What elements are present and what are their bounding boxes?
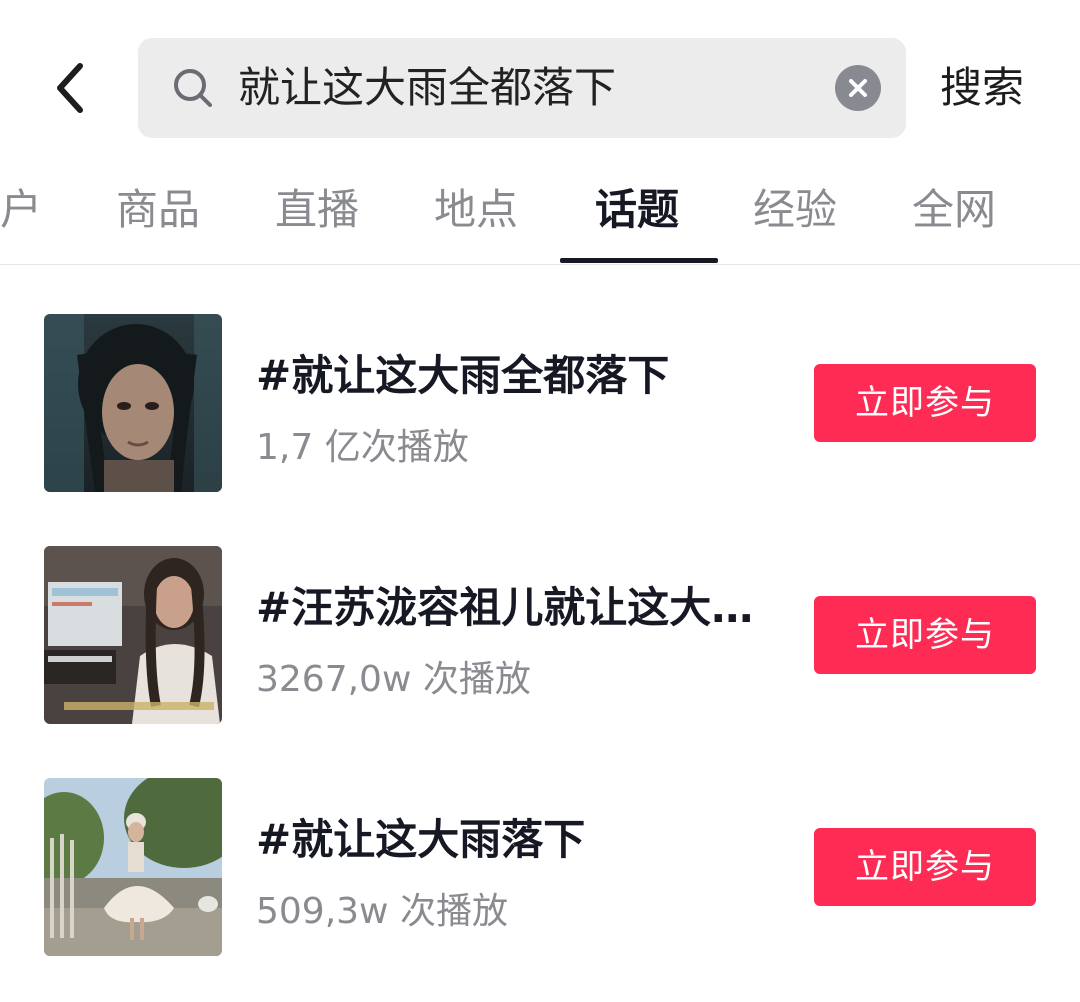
tab-users[interactable]: 户: [0, 160, 42, 264]
tab-live[interactable]: 直播: [275, 160, 359, 264]
topic-play-count: 509,3w 次播放: [256, 891, 508, 932]
topic-title: #就让这大雨落下: [256, 815, 586, 864]
topic-row[interactable]: #就让这大雨落下 509,3w 次播放 立即参与: [0, 730, 1080, 962]
join-button[interactable]: 立即参与: [814, 828, 1036, 906]
clear-icon[interactable]: [835, 65, 881, 111]
search-input[interactable]: 就让这大雨全都落下: [238, 38, 616, 138]
back-button[interactable]: [40, 52, 100, 124]
topic-title: #就让这大雨全都落下: [256, 351, 670, 400]
tab-places[interactable]: 地点: [434, 160, 518, 264]
topic-row[interactable]: #就让这大雨全都落下 1,7 亿次播放 立即参与: [0, 266, 1080, 498]
topic-title: #汪苏泷容祖儿就让这大...: [256, 583, 756, 632]
search-header: 就让这大雨全都落下 搜索: [0, 0, 1080, 160]
tab-web[interactable]: 全网: [912, 160, 996, 264]
tab-experience[interactable]: 经验: [753, 160, 837, 264]
topic-play-count: 1,7 亿次播放: [256, 427, 469, 468]
active-tab-indicator: [560, 258, 718, 263]
join-button[interactable]: 立即参与: [814, 364, 1036, 442]
topic-thumbnail: [44, 314, 222, 492]
tab-products[interactable]: 商品: [116, 160, 200, 264]
search-submit-button[interactable]: 搜索: [940, 38, 1050, 138]
topic-play-count: 3267,0w 次播放: [256, 659, 531, 700]
category-tabs: 户 商品 直播 地点 话题 经验 全网: [0, 160, 1080, 265]
search-field[interactable]: 就让这大雨全都落下: [138, 38, 906, 138]
search-icon: [170, 65, 216, 111]
tab-topics[interactable]: 话题: [595, 160, 679, 264]
join-button[interactable]: 立即参与: [814, 596, 1036, 674]
topic-row[interactable]: #汪苏泷容祖儿就让这大... 3267,0w 次播放 立即参与: [0, 498, 1080, 730]
topic-thumbnail: [44, 778, 222, 956]
chevron-left-icon: [57, 63, 83, 113]
topic-thumbnail: [44, 546, 222, 724]
